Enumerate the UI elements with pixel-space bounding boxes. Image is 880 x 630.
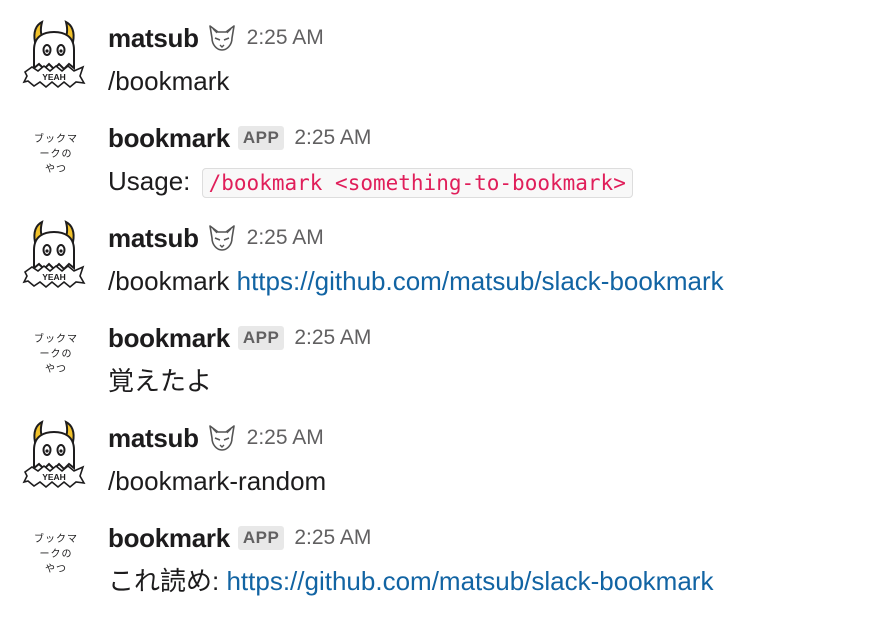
avatar-text-line: ークの [39, 349, 73, 360]
avatar-text-line: ークの [39, 149, 73, 160]
message-text: Usage: /bookmark <something-to-bookmark> [108, 163, 633, 201]
sender-name[interactable]: bookmark [108, 323, 230, 354]
app-badge: APP [237, 126, 285, 150]
message-header: bookmark APP 2:25 AM [108, 120, 371, 156]
inline-code: /bookmark <something-to-bookmark> [201, 168, 633, 198]
message-item: ブックマ ークの やつ bookmark APP 2:25 AM これ読め: h… [0, 500, 880, 600]
avatar-text-line: ブックマ [34, 334, 78, 345]
message-link[interactable]: https://github.com/matsub/slack-bookmark [226, 566, 713, 596]
message-timestamp[interactable]: 2:25 AM [294, 526, 371, 550]
avatar-caption: YEAH [42, 272, 66, 282]
message-text-content: /bookmark [108, 266, 230, 296]
message-text-content: /bookmark [108, 66, 230, 96]
message-timestamp[interactable]: 2:25 AM [247, 226, 324, 250]
ghost-avatar-icon[interactable]: YEAH [22, 220, 86, 292]
avatar-text-line: ブックマ [34, 134, 78, 145]
fox-face-icon[interactable] [207, 424, 237, 452]
sender-name[interactable]: matsub [108, 423, 199, 454]
message-text-content: /bookmark-random [108, 466, 327, 496]
bookmark-bot-avatar[interactable]: ブックマ ークの やつ [22, 532, 90, 577]
message-text-content: 覚えたよ [108, 366, 213, 396]
message-timestamp[interactable]: 2:25 AM [247, 426, 324, 450]
avatar-caption: YEAH [42, 72, 66, 82]
message-text: これ読め: https://github.com/matsub/slack-bo… [108, 563, 713, 599]
sender-name[interactable]: bookmark [108, 523, 230, 554]
message-item: YEAH matsub 2:25 AM /bookmark https://gi… [0, 200, 880, 300]
message-timestamp[interactable]: 2:25 AM [294, 326, 371, 350]
message-item: ブックマ ークの やつ bookmark APP 2:25 AM 覚えたよ [0, 300, 880, 400]
bookmark-bot-avatar[interactable]: ブックマ ークの やつ [22, 132, 90, 177]
message-item: YEAH matsub 2:25 AM /bookmark [0, 0, 880, 100]
app-badge: APP [237, 526, 285, 550]
message-text-content: Usage: [108, 166, 191, 196]
message-item: ブックマ ークの やつ bookmark APP 2:25 AM Usage: … [0, 100, 880, 200]
sender-name[interactable]: matsub [108, 23, 199, 54]
avatar-text-line: やつ [45, 564, 67, 575]
message-text: 覚えたよ [108, 363, 212, 399]
message-header: bookmark APP 2:25 AM [108, 520, 371, 556]
message-header: matsub 2:25 AM [108, 20, 324, 56]
avatar-text-line: やつ [45, 364, 67, 375]
avatar-text-line: やつ [45, 164, 67, 175]
app-badge: APP [237, 326, 285, 350]
message-link[interactable]: https://github.com/matsub/slack-bookmark [237, 266, 724, 296]
sender-name[interactable]: bookmark [108, 123, 230, 154]
message-text: /bookmark https://github.com/matsub/slac… [108, 263, 724, 299]
message-text-content: これ読め: [108, 566, 220, 596]
message-feed: YEAH matsub 2:25 AM /bookmark ブックマ ークの や… [0, 0, 880, 630]
message-item: YEAH matsub 2:25 AM /bookmark-random [0, 400, 880, 500]
avatar-caption: YEAH [42, 472, 66, 482]
fox-face-icon[interactable] [207, 24, 237, 52]
ghost-avatar-icon[interactable]: YEAH [22, 20, 86, 92]
sender-name[interactable]: matsub [108, 223, 199, 254]
message-timestamp[interactable]: 2:25 AM [247, 26, 324, 50]
ghost-avatar-icon[interactable]: YEAH [22, 420, 86, 492]
message-header: matsub 2:25 AM [108, 420, 324, 456]
message-header: matsub 2:25 AM [108, 220, 324, 256]
message-text: /bookmark-random [108, 463, 326, 499]
bookmark-bot-avatar[interactable]: ブックマ ークの やつ [22, 332, 90, 377]
message-header: bookmark APP 2:25 AM [108, 320, 371, 356]
avatar-text-line: ークの [39, 549, 73, 560]
fox-face-icon[interactable] [207, 224, 237, 252]
message-text: /bookmark [108, 63, 229, 99]
avatar-text-line: ブックマ [34, 534, 78, 545]
message-timestamp[interactable]: 2:25 AM [294, 126, 371, 150]
